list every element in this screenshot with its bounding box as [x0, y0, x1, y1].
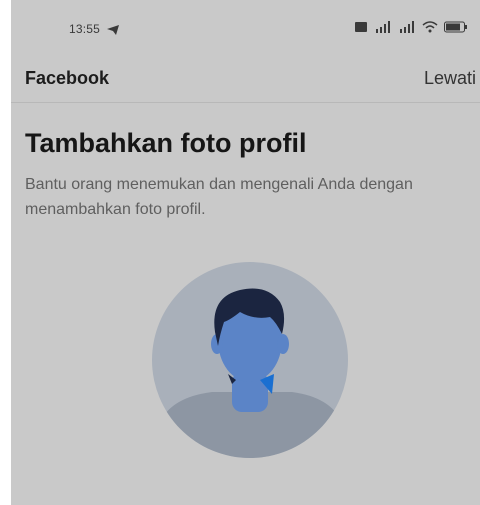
battery-icon [444, 20, 468, 38]
wifi-icon [422, 20, 438, 38]
person-illustration-icon [152, 288, 348, 458]
status-bar: 13:55 [11, 0, 480, 58]
app-title: Facebook [25, 68, 110, 88]
screen: 13:55 Facebook Lewati Tambahkan foto pro… [11, 0, 480, 505]
page-description: Bantu orang menemukan dan mengenali Anda… [25, 176, 413, 218]
status-time-wrap: 13:55 [69, 22, 119, 38]
signal-icon-1 [374, 20, 392, 38]
status-icons [354, 20, 468, 38]
page-title: Tambahkan foto profil [25, 128, 307, 158]
skip-button[interactable]: Lewati [424, 68, 476, 89]
sim-icon [354, 20, 368, 38]
top-app-bar: Facebook Lewati [11, 58, 480, 103]
status-time: 13:55 [69, 22, 101, 36]
profile-photo-placeholder[interactable] [152, 262, 348, 458]
telegram-icon [106, 24, 119, 38]
signal-icon-2 [398, 20, 416, 38]
